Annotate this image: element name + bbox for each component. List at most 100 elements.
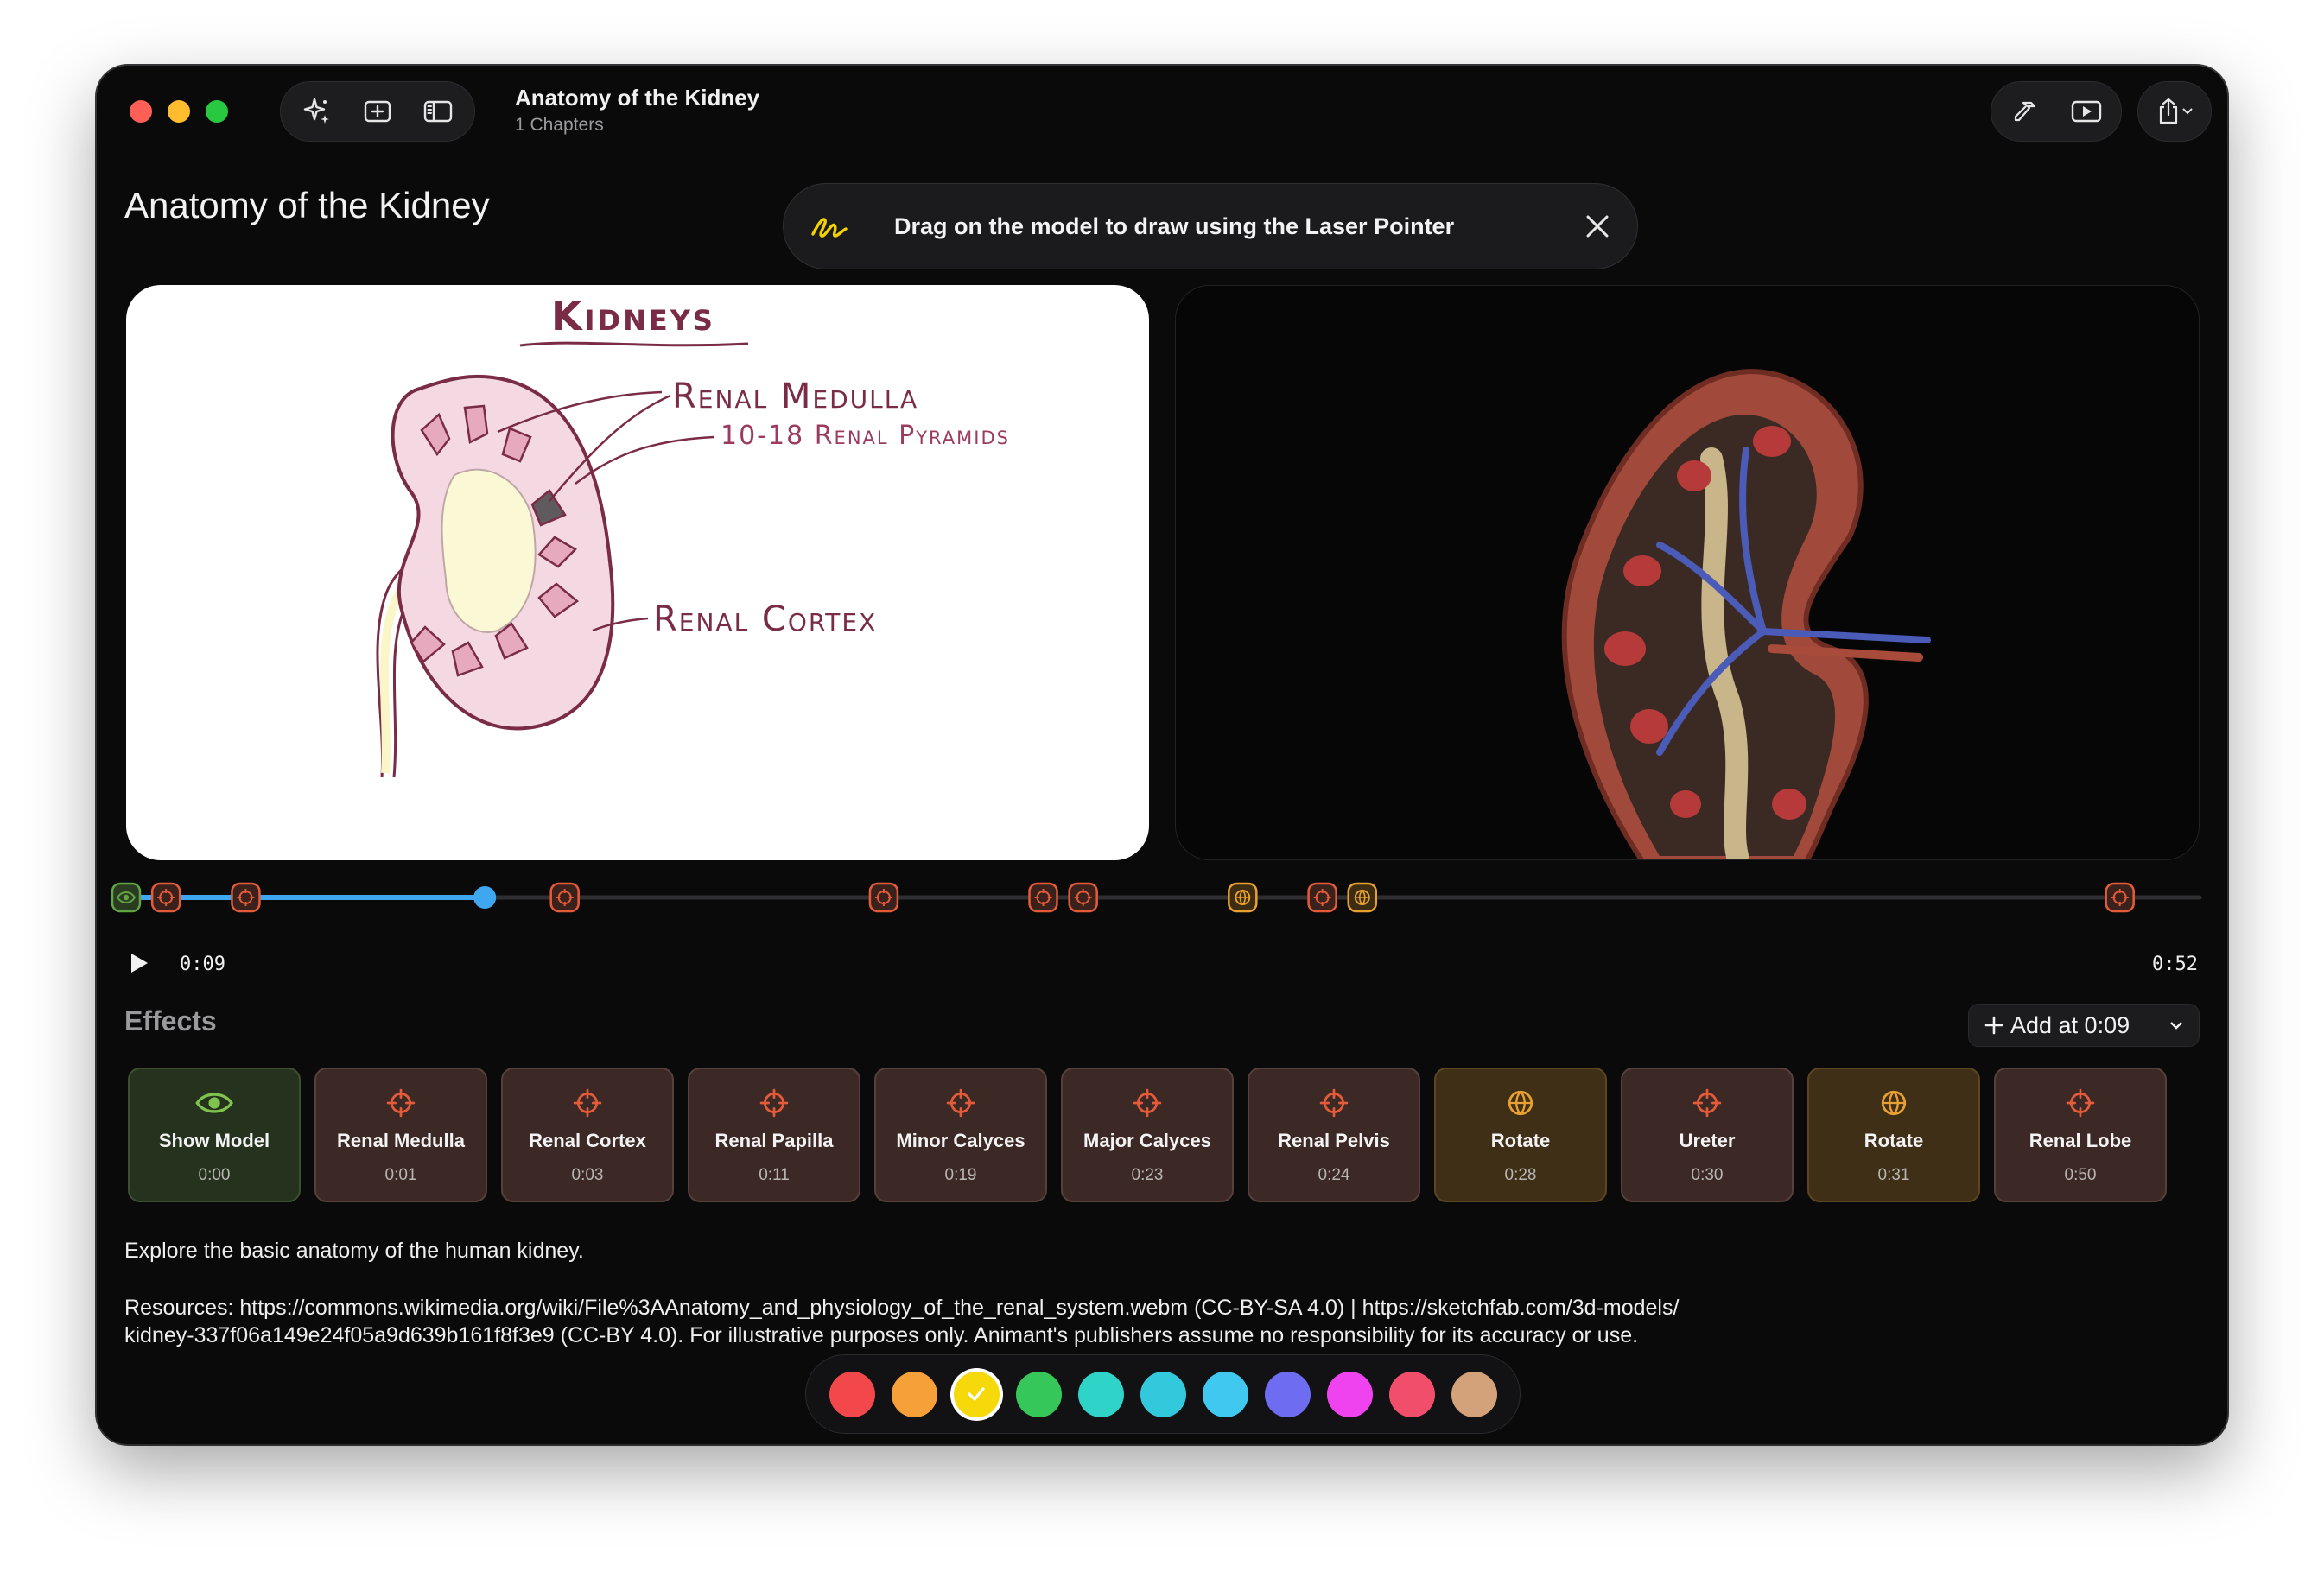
add-effect-button[interactable]: Add at 0:09 [1968, 1004, 2200, 1047]
resources-line-1: Resources: https://commons.wikimedia.org… [124, 1296, 1680, 1320]
ai-sparkle-button[interactable] [295, 87, 340, 136]
effect-label: Renal Papilla [714, 1130, 834, 1151]
effect-card-3[interactable]: Renal Papilla 0:11 [688, 1068, 860, 1202]
checkmark-icon [968, 1387, 985, 1401]
add-effect-label: Add at 0:09 [2010, 1011, 2130, 1038]
globe-icon [1508, 1090, 1533, 1116]
color-swatch-0[interactable] [829, 1371, 875, 1417]
plus-icon [1984, 1016, 2003, 1035]
close-icon[interactable] [1584, 212, 1611, 240]
effect-label: Renal Medulla [337, 1130, 465, 1151]
effect-card-2[interactable]: Renal Cortex 0:03 [501, 1068, 674, 1202]
document-title: Anatomy of the Kidney 1 Chapters [515, 85, 759, 136]
diagram-heading: Kidneys [551, 293, 715, 339]
crosshair-icon [1319, 1088, 1349, 1118]
effect-label: Rotate [1864, 1130, 1924, 1151]
hint-message: Drag on the model to draw using the Lase… [894, 212, 1455, 239]
effect-card-9[interactable]: Rotate 0:31 [1807, 1068, 1980, 1202]
effect-card-5[interactable]: Major Calyces 0:23 [1061, 1068, 1234, 1202]
chevron-down-icon[interactable] [2169, 1020, 2183, 1030]
effect-card-7[interactable]: Rotate 0:28 [1434, 1068, 1607, 1202]
effect-time: 0:30 [1691, 1166, 1724, 1184]
color-palette [805, 1354, 1521, 1434]
effect-card-8[interactable]: Ureter 0:30 [1621, 1068, 1794, 1202]
minimize-window-button[interactable] [168, 100, 190, 123]
app-window: Anatomy of the Kidney 1 Chapters Anatomy… [97, 66, 2227, 1444]
eye-icon [195, 1093, 233, 1113]
play-button[interactable] [126, 950, 152, 976]
color-swatch-8[interactable] [1326, 1371, 1373, 1417]
timeline-marker-10[interactable] [2105, 882, 2135, 913]
kidney-diagram: Kidneys Renal Medulla 10-18 Renal Pyrami… [376, 293, 1010, 778]
effect-time: 0:01 [384, 1166, 417, 1184]
model-viewport[interactable] [1175, 285, 2200, 860]
effects-list: Show Model 0:00 Renal Medulla 0:01 Renal Cor… [128, 1068, 2167, 1202]
timeline-marker-3[interactable] [549, 882, 580, 913]
effect-time: 0:31 [1877, 1166, 1910, 1184]
left-toolbar [280, 81, 475, 142]
timeline-marker-4[interactable] [868, 882, 899, 913]
color-swatch-1[interactable] [891, 1371, 937, 1417]
resources-text: Resources: https://commons.wikimedia.org… [124, 1294, 2008, 1349]
timeline-playhead[interactable] [473, 886, 497, 909]
color-swatch-7[interactable] [1264, 1371, 1311, 1417]
timeline-marker-7[interactable] [1228, 882, 1258, 913]
diagram-label-pyramids: 10-18 Renal Pyramids [721, 421, 1010, 451]
timeline-marker-1[interactable] [150, 882, 181, 913]
crosshair-icon [1692, 1088, 1722, 1118]
effect-time: 0:03 [571, 1166, 604, 1184]
window-subtitle: 1 Chapters [515, 115, 604, 135]
effect-card-10[interactable]: Renal Lobe 0:50 [1994, 1068, 2167, 1202]
color-swatch-6[interactable] [1202, 1371, 1248, 1417]
toggle-sidebar-button[interactable] [416, 87, 460, 136]
effect-card-0[interactable]: Show Model 0:00 [128, 1068, 301, 1202]
effect-card-4[interactable]: Minor Calyces 0:19 [874, 1068, 1047, 1202]
color-swatch-10[interactable] [1451, 1371, 1497, 1417]
chapter-description: Explore the basic anatomy of the human k… [124, 1239, 584, 1263]
timeline-marker-2[interactable] [231, 882, 261, 913]
window-controls [130, 100, 228, 123]
crosshair-icon [386, 1088, 416, 1118]
effect-label: Show Model [158, 1130, 270, 1151]
diagram-panel: Kidneys Renal Medulla 10-18 Renal Pyrami… [126, 285, 1149, 860]
timeline-marker-0[interactable] [111, 882, 142, 913]
build-button[interactable] [2002, 87, 2050, 136]
effect-time: 0:50 [2064, 1166, 2097, 1184]
timeline-marker-6[interactable] [1068, 882, 1098, 913]
add-square-icon [364, 100, 391, 123]
color-swatch-5[interactable] [1140, 1371, 1186, 1417]
crosshair-icon [759, 1088, 789, 1118]
laser-pointer-hint: Drag on the model to draw using the Lase… [783, 183, 1638, 269]
present-button[interactable] [2062, 87, 2111, 136]
globe-icon [1881, 1090, 1907, 1116]
effect-time: 0:00 [198, 1166, 231, 1184]
diagram-label-medulla: Renal Medulla [672, 377, 918, 416]
color-swatch-4[interactable] [1077, 1371, 1124, 1417]
close-window-button[interactable] [130, 100, 152, 123]
timeline[interactable] [97, 876, 2227, 919]
add-chapter-button[interactable] [355, 87, 400, 136]
resources-line-2: kidney-337f06a149e24f05a9d639b161f8f3e9 … [124, 1323, 1639, 1347]
laser-pointer-icon [811, 218, 848, 238]
color-swatch-9[interactable] [1388, 1371, 1435, 1417]
effect-card-1[interactable]: Renal Medulla 0:01 [314, 1068, 487, 1202]
effect-label: Renal Pelvis [1278, 1130, 1390, 1151]
zoom-window-button[interactable] [206, 100, 228, 123]
effect-label: Minor Calyces [896, 1130, 1025, 1151]
share-icon [2159, 98, 2178, 124]
effect-time: 0:24 [1318, 1166, 1350, 1184]
kidney-3d-model[interactable] [1176, 286, 2200, 860]
effect-card-6[interactable]: Renal Pelvis 0:24 [1248, 1068, 1420, 1202]
color-swatch-2[interactable] [953, 1371, 1000, 1417]
share-button[interactable] [2147, 87, 2202, 136]
color-swatch-3[interactable] [1015, 1371, 1062, 1417]
timeline-marker-5[interactable] [1028, 882, 1058, 913]
crosshair-icon [1133, 1088, 1162, 1118]
crosshair-icon [946, 1088, 975, 1118]
timeline-marker-8[interactable] [1307, 882, 1337, 913]
effects-heading: Effects [124, 1005, 217, 1036]
effect-label: Rotate [1490, 1130, 1551, 1151]
effect-label: Major Calyces [1083, 1130, 1211, 1151]
timeline-marker-9[interactable] [1347, 882, 1378, 913]
effect-time: 0:28 [1504, 1166, 1537, 1184]
